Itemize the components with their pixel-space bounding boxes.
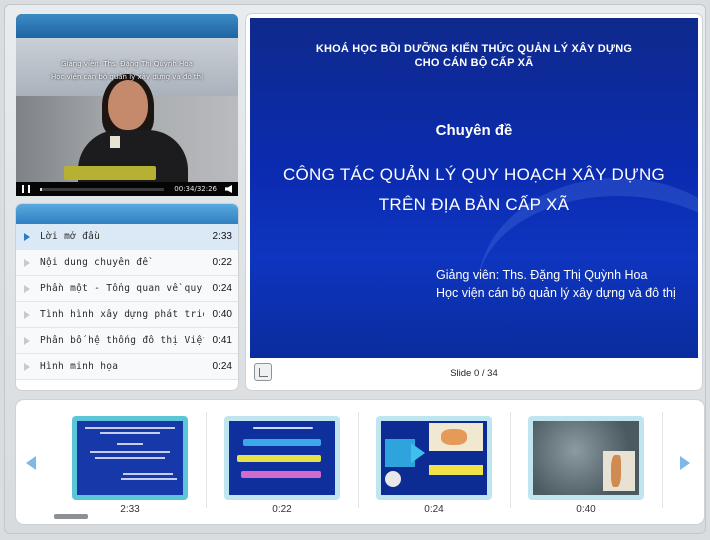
chapter-item[interactable]: Tình hình xây dựng phát triển đ 0:40 [16, 302, 238, 328]
chapter-item[interactable]: Phân bố hệ thống đô thị Việt N 0:41 [16, 328, 238, 354]
video-header-bar [16, 14, 238, 38]
chapter-item[interactable]: Lời mở đầu 2:33 [16, 224, 238, 250]
chapter-title: Nội dung chuyên đề [40, 257, 149, 268]
slide-course-title: KHOÁ HỌC BỒI DƯỠNG KIẾN THỨC QUẢN LÝ XÂY… [250, 42, 698, 70]
chapter-duration: 0:41 [212, 335, 232, 346]
thumbnail-item[interactable]: 0:24 [376, 416, 492, 518]
name-sign [110, 136, 120, 148]
thumbnail-frame [376, 416, 492, 500]
thumbnail-image [533, 421, 639, 495]
chapter-duration: 0:40 [212, 309, 232, 320]
slide-lecturer: Giảng viên: Ths. Đặng Thị Quỳnh Hoa Học … [436, 266, 676, 302]
chapter-list-header [16, 204, 238, 224]
chapter-duration: 0:22 [212, 257, 232, 268]
chapter-title: Tình hình xây dựng phát triển đ [40, 309, 204, 320]
lecturer-line1: Giảng viên: Ths. Đặng Thị Quỳnh Hoa [436, 268, 648, 282]
video-caption-line1: Giảng viên: Ths. Đặng Thị Quỳnh Hoa [61, 60, 193, 68]
thumbnail-divider [662, 412, 663, 508]
slide-subject-label: Chuyên đề [435, 122, 513, 139]
thumbnail-divider [510, 412, 511, 508]
chapter-title: Phần một - Tổng quan về quy h [40, 283, 204, 294]
thumbnail-time: 2:33 [120, 504, 140, 515]
play-triangle-icon [24, 310, 30, 319]
slide-panel: KHOÁ HỌC BỒI DƯỠNG KIẾN THỨC QUẢN LÝ XÂY… [246, 14, 702, 390]
chapter-title: Phân bố hệ thống đô thị Việt N [40, 335, 204, 346]
lecturer-face [108, 80, 148, 130]
volume-icon[interactable] [225, 185, 232, 193]
lecturer-line2: Học viện cán bộ quản lý xây dựng và đô t… [436, 286, 676, 300]
play-triangle-icon [24, 284, 30, 293]
course-line1: KHOÁ HỌC BỒI DƯỠNG KIẾN THỨC QUẢN LÝ XÂY… [315, 43, 633, 55]
play-triangle-icon [24, 336, 30, 345]
thumbnail-divider [206, 412, 207, 508]
scroll-right-arrow-icon[interactable] [680, 456, 690, 470]
thumbnail-scrollbar[interactable] [54, 514, 88, 519]
video-seek-progress [40, 187, 43, 191]
thumbnail-image [381, 421, 487, 495]
slide-view[interactable]: KHOÁ HỌC BỒI DƯỠNG KIẾN THỨC QUẢN LÝ XÂY… [250, 18, 698, 358]
thumbnail-time: 0:40 [576, 504, 596, 515]
thumbnail-item[interactable]: 2:33 [72, 416, 188, 518]
chapter-title: Hình minh họa [40, 361, 119, 372]
thumbnail-frame [224, 416, 340, 500]
slide-counter: Slide 0 / 34 [450, 367, 498, 379]
video-seek-bar[interactable] [40, 187, 165, 191]
thumbnail-strip: 2:33 0:22 0:24 0:40 [16, 400, 704, 524]
thumbnail-time: 0:24 [424, 504, 444, 515]
video-time: 00:34/32:26 [174, 185, 217, 193]
laptop [64, 166, 156, 180]
thumbnail-frame [72, 416, 188, 500]
chapter-item[interactable]: Nội dung chuyên đề 0:22 [16, 250, 238, 276]
chapter-duration: 0:24 [212, 361, 232, 372]
thumbnail-item[interactable]: 0:40 [528, 416, 644, 518]
play-triangle-icon [24, 232, 30, 241]
chapter-duration: 0:24 [212, 283, 232, 294]
thumbnail-item[interactable]: 0:22 [224, 416, 340, 518]
slide-topic: CÔNG TÁC QUẢN LÝ QUY HOẠCH XÂY DỰNG TRÊN… [250, 160, 698, 220]
play-triangle-icon [24, 362, 30, 371]
thumbnail-frame [528, 416, 644, 500]
chapter-duration: 2:33 [212, 231, 232, 242]
course-line2: CHO CÁN BỘ CẤP XÃ [414, 57, 534, 69]
video-caption-line2: Học viện cán bộ quản lý xây dựng và đô t… [50, 73, 204, 81]
scroll-left-arrow-icon[interactable] [26, 456, 36, 470]
thumbnail-divider [358, 412, 359, 508]
chapter-item[interactable]: Phần một - Tổng quan về quy h 0:24 [16, 276, 238, 302]
video-frame[interactable]: Giảng viên: Ths. Đặng Thị Quỳnh Hoa Học … [16, 38, 238, 182]
chapter-title: Lời mở đầu [40, 231, 101, 242]
chapter-list: Lời mở đầu 2:33 Nội dung chuyên đề 0:22 … [16, 204, 238, 390]
topic-line2: TRÊN ĐỊA BÀN CẤP XÃ [378, 195, 570, 214]
topic-line1: CÔNG TÁC QUẢN LÝ QUY HOẠCH XÂY DỰNG [282, 165, 666, 184]
chapter-item[interactable]: Hình minh họa 0:24 [16, 354, 238, 380]
video-caption: Giảng viên: Ths. Đặng Thị Quỳnh Hoa Học … [16, 58, 238, 84]
thumbnail-time: 0:22 [272, 504, 292, 515]
play-triangle-icon [24, 258, 30, 267]
pause-icon[interactable] [22, 185, 30, 193]
video-player[interactable]: Giảng viên: Ths. Đặng Thị Quỳnh Hoa Học … [16, 14, 238, 196]
thumbnail-image [77, 421, 183, 495]
thumbnail-image [229, 421, 335, 495]
video-controls: 00:34/32:26 [16, 182, 238, 196]
